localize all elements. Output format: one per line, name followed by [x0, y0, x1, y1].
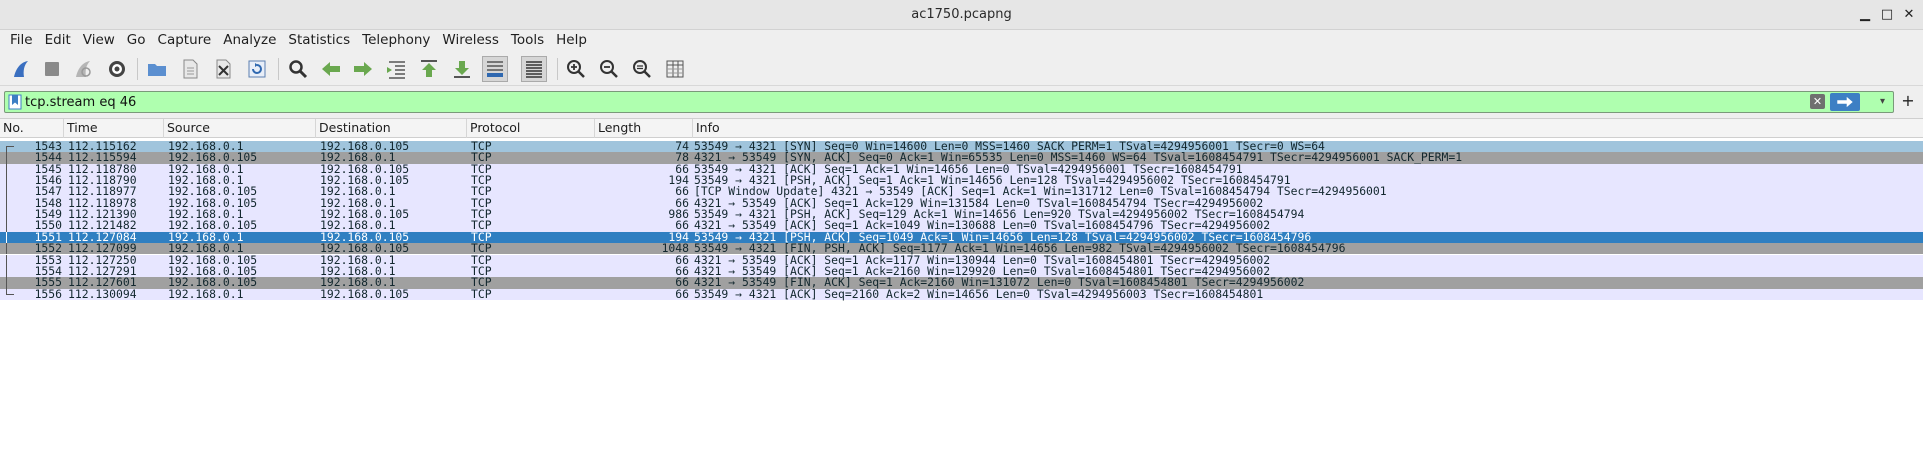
cell-src: 192.168.0.1: [168, 286, 244, 301]
cell-no: 1556: [34, 286, 62, 301]
menu-edit[interactable]: Edit: [39, 30, 77, 52]
menu-wireless[interactable]: Wireless: [436, 30, 505, 52]
go-back-icon[interactable]: [318, 56, 344, 82]
go-to-packet-icon[interactable]: [383, 56, 409, 82]
column-header-no[interactable]: No.: [0, 119, 64, 138]
menu-go[interactable]: Go: [121, 30, 152, 52]
menu-view[interactable]: View: [77, 30, 121, 52]
column-header-length[interactable]: Length: [595, 119, 693, 138]
chevron-down-icon[interactable]: ▾: [1880, 96, 1885, 107]
cell-dst: 192.168.0.105: [320, 286, 410, 301]
reload-file-icon[interactable]: [244, 56, 270, 82]
go-forward-icon[interactable]: [350, 56, 376, 82]
zoom-in-icon[interactable]: [563, 56, 589, 82]
menu-bar: File Edit View Go Capture Analyze Statis…: [0, 30, 1923, 52]
column-header-protocol[interactable]: Protocol: [467, 119, 595, 138]
menu-statistics[interactable]: Statistics: [282, 30, 356, 52]
menu-file[interactable]: File: [4, 30, 39, 52]
add-filter-button-icon[interactable]: +: [1898, 90, 1918, 112]
minimize-icon[interactable]: ▁: [1855, 4, 1875, 24]
open-file-icon[interactable]: [144, 56, 170, 82]
packet-list-header: No. Time Source Destination Protocol Len…: [0, 119, 1923, 138]
packet-list: No. Time Source Destination Protocol Len…: [0, 118, 1923, 473]
restart-capture-icon[interactable]: [70, 56, 96, 82]
display-filter-bar: ✕ ▾: [4, 91, 1894, 113]
cell-info: 53549 → 4321 [ACK] Seq=2160 Ack=2 Win=14…: [694, 286, 1264, 301]
table-row[interactable]: 1556 112.130094 192.168.0.1 192.168.0.105 TC…: [0, 286, 1923, 301]
save-file-icon[interactable]: [177, 56, 203, 82]
menu-capture[interactable]: Capture: [152, 30, 218, 52]
zoom-out-icon[interactable]: [596, 56, 622, 82]
clear-filter-icon[interactable]: ✕: [1810, 94, 1825, 109]
menu-tools[interactable]: Tools: [505, 30, 550, 52]
stop-capture-icon[interactable]: [39, 56, 65, 82]
cell-len: 66: [675, 286, 689, 301]
window-controls: ▁ □ ✕: [1855, 4, 1919, 24]
toolbar-separator: [557, 58, 558, 80]
apply-filter-icon[interactable]: [1830, 93, 1860, 111]
menu-analyze[interactable]: Analyze: [217, 30, 282, 52]
close-file-icon[interactable]: [210, 56, 236, 82]
cell-proto: TCP: [471, 286, 492, 301]
last-packet-icon[interactable]: [449, 56, 475, 82]
column-header-source[interactable]: Source: [164, 119, 316, 138]
colorize-icon[interactable]: [521, 56, 547, 82]
display-filter-input[interactable]: [25, 93, 1825, 111]
column-header-info[interactable]: Info: [693, 119, 1919, 138]
first-packet-icon[interactable]: [416, 56, 442, 82]
window-title: ac1750.pcapng: [911, 7, 1012, 22]
capture-options-icon[interactable]: [104, 56, 130, 82]
resize-columns-icon[interactable]: [662, 56, 688, 82]
column-header-time[interactable]: Time: [64, 119, 164, 138]
maximize-icon[interactable]: □: [1877, 4, 1897, 24]
autoscroll-icon[interactable]: [482, 56, 508, 82]
menu-help[interactable]: Help: [550, 30, 593, 52]
start-capture-icon[interactable]: [8, 56, 34, 82]
normal-size-icon[interactable]: [629, 56, 655, 82]
find-packet-icon[interactable]: [285, 56, 311, 82]
close-icon[interactable]: ✕: [1899, 4, 1919, 24]
toolbar-separator: [137, 58, 138, 80]
menu-telephony[interactable]: Telephony: [356, 30, 436, 52]
toolbar-separator: [278, 58, 279, 80]
cell-time: 112.130094: [68, 286, 137, 301]
column-header-destination[interactable]: Destination: [316, 119, 467, 138]
title-bar: ac1750.pcapng ▁ □ ✕: [0, 0, 1923, 30]
main-toolbar: [0, 52, 1923, 86]
bookmark-icon[interactable]: [8, 94, 22, 110]
